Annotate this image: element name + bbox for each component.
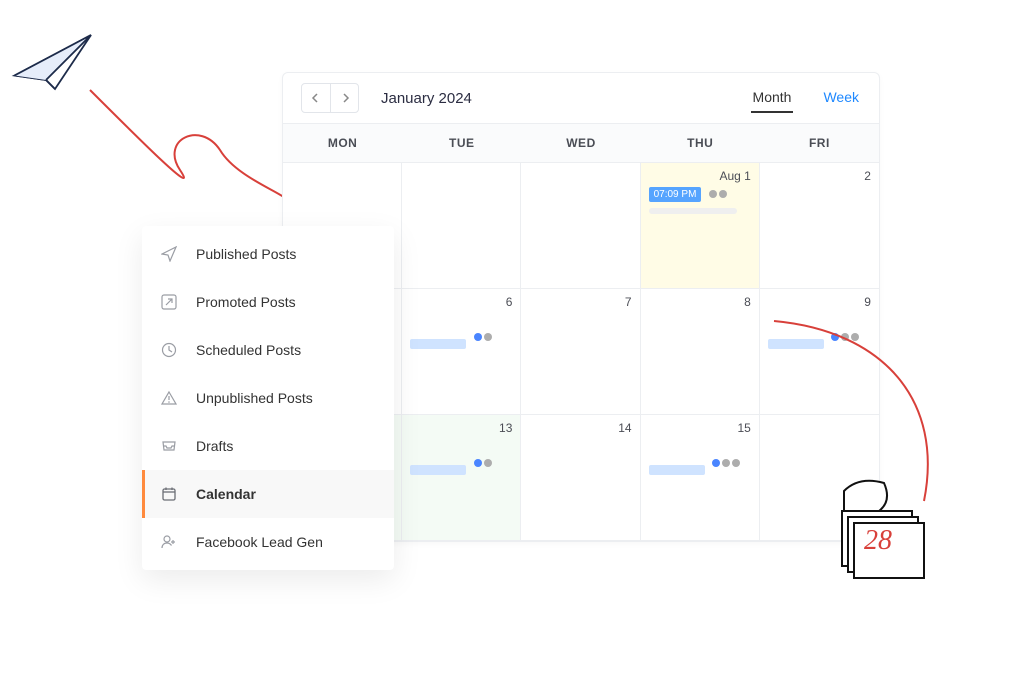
cell-date: 14 [618,421,631,435]
cell-date: 2 [864,169,871,183]
cal-cell[interactable]: 14 [521,415,640,541]
month-title: January 2024 [381,90,472,107]
swirl-line-decoration [80,80,290,220]
paper-plane-icon [160,245,178,263]
cell-date: 6 [506,295,513,309]
cal-cell[interactable] [521,163,640,289]
view-tabs: Month Week [751,83,861,113]
calendar-sketch-illustration: 28 [824,471,944,591]
menu-label: Drafts [196,438,233,454]
clock-icon [160,341,178,359]
cal-cell[interactable] [402,163,521,289]
menu-label: Published Posts [196,246,296,262]
cal-cell[interactable]: 2 [760,163,879,289]
menu-scheduled-posts[interactable]: Scheduled Posts [142,326,394,374]
cal-cell[interactable]: 7 [521,289,640,415]
next-month-button[interactable] [330,84,358,112]
cal-cell[interactable]: 6 [402,289,521,415]
menu-label: Scheduled Posts [196,342,301,358]
menu-facebook-lead-gen[interactable]: Facebook Lead Gen [142,518,394,566]
weekday-thu: THU [641,124,760,162]
cell-date: Aug 1 [719,169,750,183]
menu-label: Facebook Lead Gen [196,534,323,550]
cell-date: 13 [499,421,512,435]
event-time-chip[interactable]: 07:09 PM [649,187,702,202]
weekday-wed: WED [521,124,640,162]
channel-dots [474,459,492,467]
cal-cell[interactable]: 9 [760,289,879,415]
weekday-fri: FRI [760,124,879,162]
channel-dots [712,459,740,467]
month-nav [301,83,359,113]
cell-date: 9 [864,295,871,309]
menu-label: Promoted Posts [196,294,296,310]
menu-calendar[interactable]: Calendar [142,470,394,518]
arrow-up-right-icon [160,293,178,311]
weekday-mon: MON [283,124,402,162]
tab-week[interactable]: Week [821,83,861,113]
cell-date: 15 [737,421,750,435]
weekday-row: MON TUE WED THU FRI [283,124,879,163]
user-plus-icon [160,533,178,551]
warning-icon [160,389,178,407]
channel-dots [474,333,492,341]
cal-cell[interactable]: 8 [641,289,760,415]
event-bar[interactable] [410,465,466,475]
menu-drafts[interactable]: Drafts [142,422,394,470]
menu-label: Calendar [196,486,256,502]
cell-date: 8 [744,295,751,309]
sketch-day-number: 28 [864,525,892,556]
channel-dots [709,190,727,198]
event-bar[interactable] [649,465,705,475]
channel-dots [831,333,859,341]
weekday-tue: TUE [402,124,521,162]
cal-cell[interactable]: 13 [402,415,521,541]
chevron-left-icon [311,93,321,103]
event-placeholder [649,208,737,214]
chevron-right-icon [340,93,350,103]
inbox-icon [160,437,178,455]
cal-cell-aug1[interactable]: Aug 1 07:09 PM [641,163,760,289]
cell-date: 7 [625,295,632,309]
calendar-header: January 2024 Month Week [283,73,879,124]
tab-month[interactable]: Month [751,83,794,113]
posts-side-menu: Published Posts Promoted Posts Scheduled… [142,226,394,570]
paper-plane-illustration [10,26,100,116]
menu-published-posts[interactable]: Published Posts [142,230,394,278]
menu-label: Unpublished Posts [196,390,313,406]
prev-month-button[interactable] [302,84,330,112]
menu-promoted-posts[interactable]: Promoted Posts [142,278,394,326]
menu-unpublished-posts[interactable]: Unpublished Posts [142,374,394,422]
event-bar[interactable] [768,339,824,349]
cal-cell[interactable]: 15 [641,415,760,541]
calendar-icon [160,485,178,503]
event-bar[interactable] [410,339,466,349]
